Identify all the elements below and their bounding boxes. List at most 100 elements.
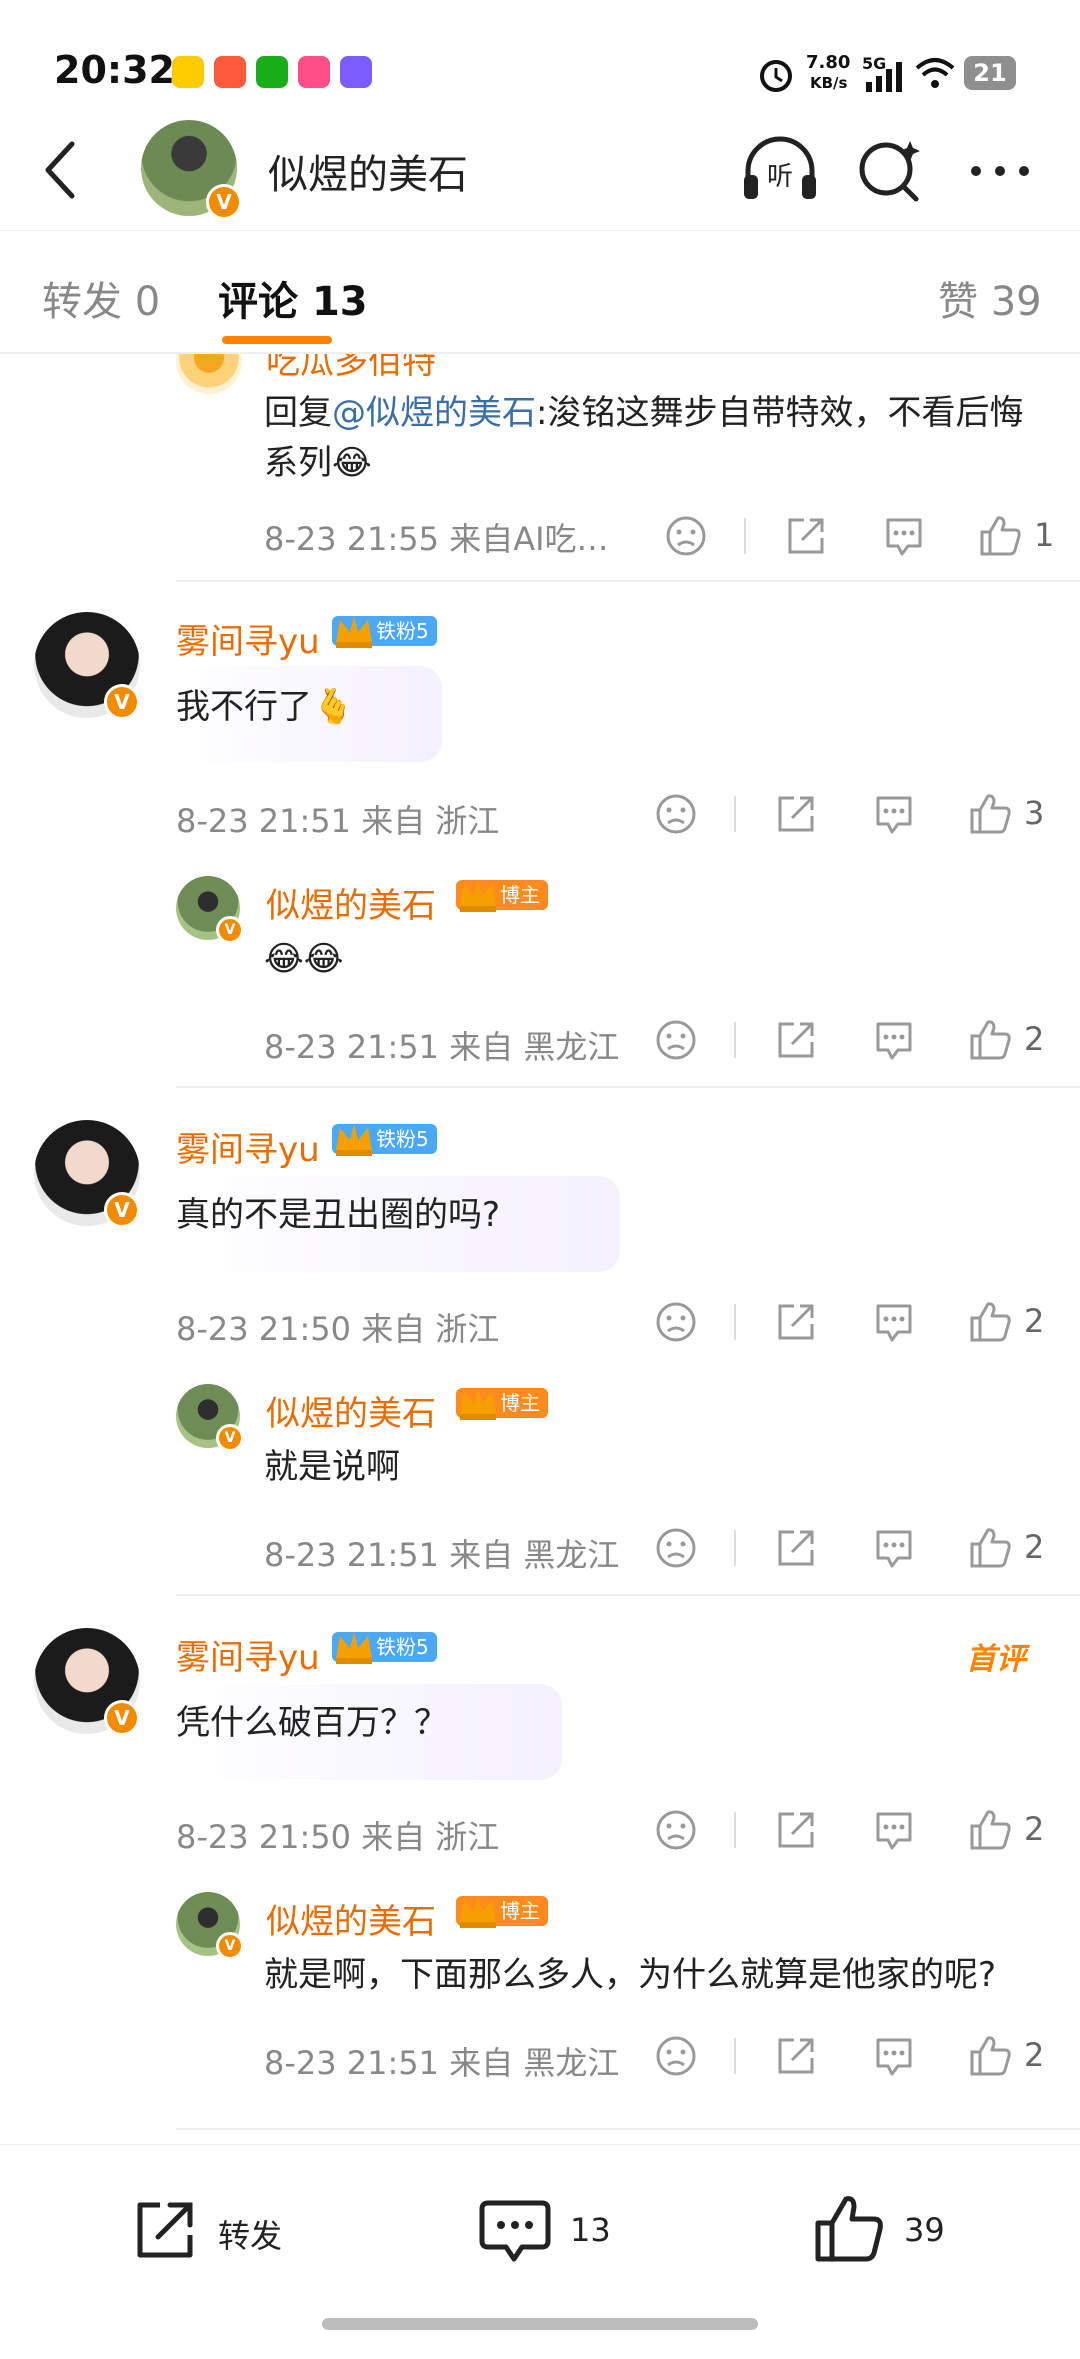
reply-icon[interactable]: [872, 1300, 916, 1344]
like-thumb-icon[interactable]: [812, 2191, 886, 2265]
share-icon[interactable]: [774, 1526, 818, 1570]
dislike-icon[interactable]: [654, 1526, 698, 1570]
back-arrow-icon[interactable]: [40, 140, 80, 200]
like-thumb-icon[interactable]: [968, 1526, 1012, 1570]
dislike-icon[interactable]: [654, 792, 698, 836]
share-icon[interactable]: [774, 792, 818, 836]
dislike-icon[interactable]: [654, 2034, 698, 2078]
share-icon[interactable]: [784, 514, 828, 558]
commenter-name[interactable]: 雾间寻yu: [176, 614, 320, 663]
tab-repost[interactable]: 转发 0: [42, 269, 160, 327]
crown-icon: [456, 876, 500, 914]
action-separator: [734, 796, 736, 832]
status-time: 20:32: [54, 48, 175, 92]
fan-badge[interactable]: 铁粉5: [332, 1124, 437, 1156]
alarm-icon: [760, 60, 792, 92]
comment-text: 真的不是丑出圈的吗?: [176, 1195, 501, 1235]
commenter-name[interactable]: 雾间寻yu: [176, 1122, 320, 1171]
svg-text:听: 听: [767, 162, 793, 192]
comment-meta: 8-23 21:50 来自 浙江: [176, 1310, 500, 1348]
reply-icon[interactable]: [872, 792, 916, 836]
tab-comments[interactable]: 评论 13: [218, 269, 368, 327]
search-icon[interactable]: [850, 135, 930, 205]
verified-badge-icon: V: [104, 1192, 140, 1228]
reply-author-name[interactable]: 似煜的美石: [266, 878, 436, 927]
listen-headphones-icon[interactable]: 听: [740, 135, 820, 205]
tieba-icon: [340, 56, 372, 88]
fan-badge[interactable]: 铁粉5: [332, 616, 437, 648]
header-title: 似煜的美石: [268, 152, 468, 198]
commenter-avatar[interactable]: [176, 354, 242, 394]
tab-likes[interactable]: 赞 39: [938, 269, 1042, 327]
verified-badge-icon: V: [216, 1932, 244, 1960]
crown-icon: [456, 1892, 500, 1930]
like-thumb-icon[interactable]: [968, 2034, 1012, 2078]
share-icon[interactable]: [774, 1300, 818, 1344]
like-count[interactable]: 2: [1024, 1810, 1044, 1848]
action-separator: [734, 1530, 736, 1566]
share-icon[interactable]: [774, 1018, 818, 1062]
like-thumb-icon[interactable]: [968, 1808, 1012, 1852]
tab-indicator: [222, 336, 332, 344]
share-icon[interactable]: [774, 2034, 818, 2078]
reply-icon[interactable]: [872, 1808, 916, 1852]
fan-badge[interactable]: 铁粉5: [332, 1632, 437, 1664]
dislike-icon[interactable]: [654, 1300, 698, 1344]
divider: [176, 1086, 1080, 1088]
host-badge: 博主: [456, 880, 548, 912]
reply-text: 😂😂: [264, 939, 344, 979]
like-count[interactable]: 2: [1024, 1528, 1044, 1566]
comment-text: 我不行了🫰: [176, 687, 355, 727]
weibo-app-icon: [172, 56, 204, 88]
action-separator: [734, 1022, 736, 1058]
app-notification-icon: [214, 56, 246, 88]
status-bar: 20:32 7.80 KB/s 5G 21: [0, 0, 1080, 130]
repost-icon[interactable]: [130, 2195, 200, 2265]
action-separator: [744, 518, 746, 554]
reply-icon[interactable]: [872, 1526, 916, 1570]
crown-icon: [456, 1384, 500, 1422]
dislike-icon[interactable]: [664, 514, 708, 558]
commenter-name[interactable]: 雾间寻yu: [176, 1630, 320, 1679]
reply-text: 就是说啊: [264, 1447, 400, 1487]
like-count[interactable]: 2: [1024, 2036, 1044, 2074]
wechat-icon: [256, 56, 288, 88]
reply-author-name[interactable]: 似煜的美石: [266, 1386, 436, 1435]
share-icon[interactable]: [774, 1808, 818, 1852]
more-options-icon[interactable]: [960, 135, 1040, 205]
comment-text: 凭什么破百万？？: [176, 1703, 448, 1743]
like-thumb-icon[interactable]: [968, 792, 1012, 836]
crown-icon: [332, 612, 376, 650]
repost-label[interactable]: 转发: [218, 2211, 282, 2257]
verified-badge-icon: V: [216, 1424, 244, 1452]
like-count[interactable]: 1: [1034, 516, 1054, 554]
verified-badge-icon: V: [216, 916, 244, 944]
reply-icon[interactable]: [872, 1018, 916, 1062]
comment-icon[interactable]: [478, 2195, 552, 2267]
dislike-icon[interactable]: [654, 1018, 698, 1062]
like-count[interactable]: 2: [1024, 1302, 1044, 1340]
like-count[interactable]: 3: [1024, 794, 1044, 832]
comment-count[interactable]: 13: [570, 2211, 611, 2249]
like-count[interactable]: 39: [904, 2211, 945, 2249]
crown-icon: [332, 1628, 376, 1666]
like-thumb-icon[interactable]: [978, 514, 1022, 558]
commenter-name[interactable]: 吃瓜多佰特: [266, 354, 436, 383]
signal-icon: [866, 62, 902, 92]
net-speed: 7.80: [806, 52, 851, 73]
action-separator: [734, 1304, 736, 1340]
crown-icon: [332, 1120, 376, 1158]
dislike-icon[interactable]: [654, 1808, 698, 1852]
reply-author-name[interactable]: 似煜的美石: [266, 1894, 436, 1943]
comment-text: 回复@似煜的美石:浚铭这舞步自带特效，不看后悔系列😂: [264, 393, 1024, 483]
reply-icon[interactable]: [882, 514, 926, 558]
mention-link[interactable]: @似煜的美石: [332, 393, 536, 433]
reply-icon[interactable]: [872, 2034, 916, 2078]
reply-meta: 8-23 21:51 来自 黑龙江: [264, 1536, 620, 1574]
like-thumb-icon[interactable]: [968, 1300, 1012, 1344]
divider: [176, 2128, 1080, 2130]
like-count[interactable]: 2: [1024, 1020, 1044, 1058]
first-comment-tag: 首评: [966, 1642, 1026, 1677]
like-thumb-icon[interactable]: [968, 1018, 1012, 1062]
home-indicator[interactable]: [322, 2318, 758, 2330]
